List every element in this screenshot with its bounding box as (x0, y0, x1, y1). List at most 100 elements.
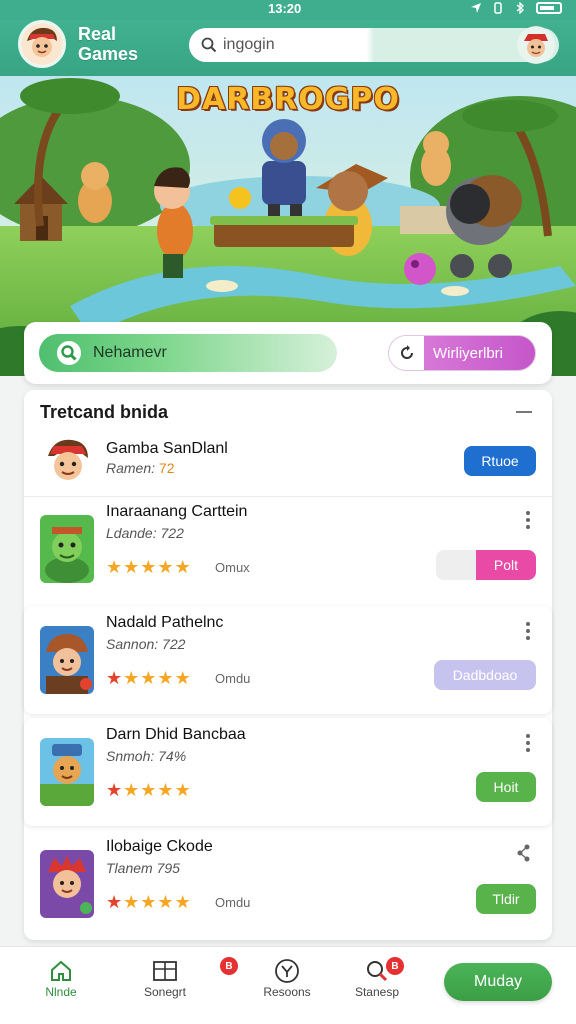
list-item[interactable]: Gamba SanDlanl Ramen: 72 Rtuoe (24, 430, 552, 500)
list-title: Tretcand bnida (40, 402, 169, 422)
status-bar: 13:20 (0, 0, 576, 20)
refresh-icon (389, 344, 425, 362)
star-rating: ★ ★ ★ ★ ★ (106, 781, 191, 799)
vibrate-icon (494, 2, 502, 14)
nav-label: Sonegrt (143, 985, 187, 999)
star-icon: ★ (123, 892, 140, 912)
star-icon: ★ (123, 557, 140, 577)
nav-item-games[interactable]: Sonegrt B (130, 957, 238, 999)
game-action-label: Polt (493, 557, 518, 573)
star-icon: ★ (106, 780, 123, 800)
star-icon: ★ (123, 668, 140, 688)
more-options-icon[interactable] (526, 734, 530, 755)
star-icon: ★ (106, 892, 123, 912)
game-thumbnail (40, 850, 94, 918)
more-options-icon[interactable] (526, 622, 530, 643)
game-thumbnail (40, 738, 94, 806)
magnifier-icon (57, 341, 81, 365)
list-item[interactable]: Ilobaige Ckode Tlanem 795 ★ ★ ★ ★ ★ Omdu Tld… (24, 830, 552, 938)
star-icon: ★ (140, 668, 157, 688)
star-icon: ★ (174, 668, 191, 688)
action-card: Nehamevr Wirliyerlbri (24, 322, 552, 384)
banner-title: DARBROGPO (176, 82, 400, 117)
game-title: Ilobaige Ckode (106, 838, 213, 855)
search-bar[interactable] (189, 26, 559, 64)
home-icon (51, 960, 71, 981)
star-icon: ★ (174, 780, 191, 800)
game-subtitle: Snmoh: 74% (106, 748, 187, 764)
profile-avatar[interactable] (517, 26, 555, 64)
primary-action-label: Nehamevr (93, 344, 167, 361)
search-icon (201, 37, 217, 53)
collapse-icon[interactable] (516, 411, 532, 413)
star-icon: ★ (157, 780, 174, 800)
list-item[interactable]: Inaraanang Carttein Ldande: 722 ★ ★ ★ ★ ★ Om… (24, 496, 552, 604)
bottom-navigation: Nlnde Sonegrt B Resoons Stanesp B Muday (0, 946, 576, 1024)
list-item[interactable]: Darn Dhid Bancbaa Snmoh: 74% ★ ★ ★ ★ ★ Hoit (24, 718, 552, 826)
star-icon: ★ (140, 557, 157, 577)
game-subtitle-value: 72 (158, 460, 175, 476)
more-options-icon[interactable] (526, 511, 530, 532)
game-action-button[interactable]: Tldir (476, 884, 536, 914)
compass-icon (275, 959, 299, 983)
app-logo[interactable] (18, 20, 66, 68)
star-icon: ★ (157, 557, 174, 577)
secondary-action-label: Wirliyerlbri (433, 344, 503, 362)
game-subtitle: Ramen: 72 (106, 460, 175, 476)
game-subtitle: Ldande: 722 (106, 525, 184, 541)
game-subtitle: Tlanem 795 (106, 860, 180, 876)
star-icon: ★ (106, 668, 123, 688)
cta-button[interactable]: Muday (444, 963, 552, 1001)
notification-badge: B (386, 957, 404, 975)
game-action-button[interactable]: Polt (436, 550, 536, 580)
grid-icon (153, 961, 177, 981)
game-title: Darn Dhid Bancbaa (106, 726, 246, 743)
bluetooth-icon (516, 2, 524, 14)
user-avatar-icon (517, 26, 555, 64)
secondary-action-button[interactable]: Wirliyerlbri (388, 335, 536, 371)
star-icon: ★ (123, 780, 140, 800)
star-icon: ★ (140, 892, 157, 912)
share-icon[interactable] (516, 844, 532, 862)
search-input[interactable] (223, 36, 423, 54)
game-title: Gamba SanDlanl (106, 440, 228, 457)
star-rating: ★ ★ ★ ★ ★ (106, 893, 191, 911)
list-item[interactable]: Nadald Pathelnc Sannon: 722 ★ ★ ★ ★ ★ Omdu D… (24, 606, 552, 714)
star-rating: ★ ★ ★ ★ ★ (106, 558, 191, 576)
game-action-button[interactable]: Hoit (476, 772, 536, 802)
game-thumbnail (40, 626, 94, 694)
app-title: Real Games (78, 24, 139, 64)
star-icon: ★ (157, 892, 174, 912)
star-icon: ★ (174, 892, 191, 912)
game-title: Nadald Pathelnc (106, 614, 224, 631)
nav-label: Stanesp (354, 985, 400, 999)
game-meta: Omux (215, 560, 250, 575)
game-list-panel: Tretcand bnida Gamba SanDlanl Ramen: 72 … (24, 390, 552, 940)
primary-action-button[interactable]: Nehamevr (39, 334, 337, 372)
game-subtitle-label: Ramen: (106, 460, 156, 476)
app-header: Real Games (0, 20, 576, 76)
battery-icon (536, 2, 562, 14)
star-icon: ★ (106, 557, 123, 577)
nav-item-explore[interactable]: Resoons (252, 957, 322, 999)
star-rating: ★ ★ ★ ★ ★ (106, 669, 191, 687)
game-thumbnail (40, 515, 94, 583)
game-meta: Omdu (215, 895, 251, 910)
status-time: 13:20 (268, 1, 302, 16)
game-action-button[interactable]: Dadbdoao (434, 660, 536, 690)
notification-badge: B (220, 957, 238, 975)
star-icon: ★ (140, 780, 157, 800)
nav-item-search[interactable]: Stanesp B (342, 957, 412, 999)
game-meta: Omdu (215, 671, 251, 686)
star-icon: ★ (157, 668, 174, 688)
character-avatar-icon (21, 23, 63, 65)
game-title: Inaraanang Carttein (106, 503, 248, 520)
game-subtitle: Sannon: 722 (106, 636, 186, 652)
star-icon: ★ (174, 557, 191, 577)
nav-item-home[interactable]: Nlnde (26, 957, 96, 999)
nav-label: Resoons (263, 985, 311, 999)
location-icon (471, 3, 481, 13)
game-action-button[interactable]: Rtuoe (464, 446, 536, 476)
nav-label: Nlnde (45, 985, 77, 999)
game-thumbnail (40, 434, 96, 490)
